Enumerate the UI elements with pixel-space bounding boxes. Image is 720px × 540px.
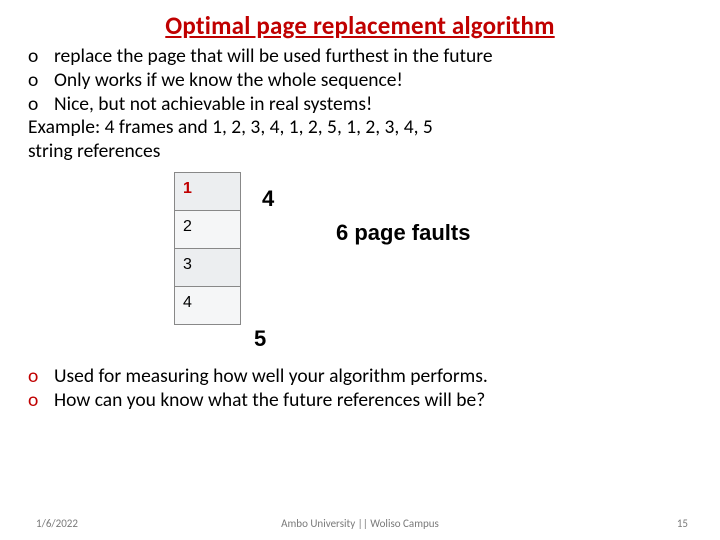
lower-bullets: Used for measuring how well your algorit… (24, 365, 696, 413)
frame-cell: 4 (175, 287, 241, 325)
body-text: replace the page that will be used furth… (0, 41, 720, 164)
bullet-item: Used for measuring how well your algorit… (24, 365, 696, 389)
replacement-label-4: 4 (262, 186, 274, 212)
page-faults-label: 6 page faults (336, 220, 470, 246)
bullet-item: Only works if we know the whole sequence… (24, 69, 696, 93)
footer-center: Ambo University || Woliso Campus (0, 517, 720, 530)
frame-column: 1 2 3 4 (174, 172, 241, 325)
slide-title: Optimal page replacement algorithm (0, 0, 720, 41)
frame-diagram: 1 2 3 4 4 6 page faults 5 (0, 172, 720, 382)
frame-cell: 2 (175, 211, 241, 249)
slide: Optimal page replacement algorithm repla… (0, 0, 720, 540)
example-line: Example: 4 frames and 1, 2, 3, 4, 1, 2, … (24, 116, 696, 140)
example-line-cont: string references (24, 140, 696, 164)
bullet-item: Nice, but not achievable in real systems… (24, 93, 696, 117)
frame-cell: 3 (175, 249, 241, 287)
footer-page-number: 15 (677, 517, 688, 530)
replacement-label-5: 5 (254, 326, 266, 352)
frame-cell: 1 (175, 173, 241, 211)
bullet-item: replace the page that will be used furth… (24, 45, 696, 69)
bullet-item: How can you know what the future referen… (24, 389, 696, 413)
